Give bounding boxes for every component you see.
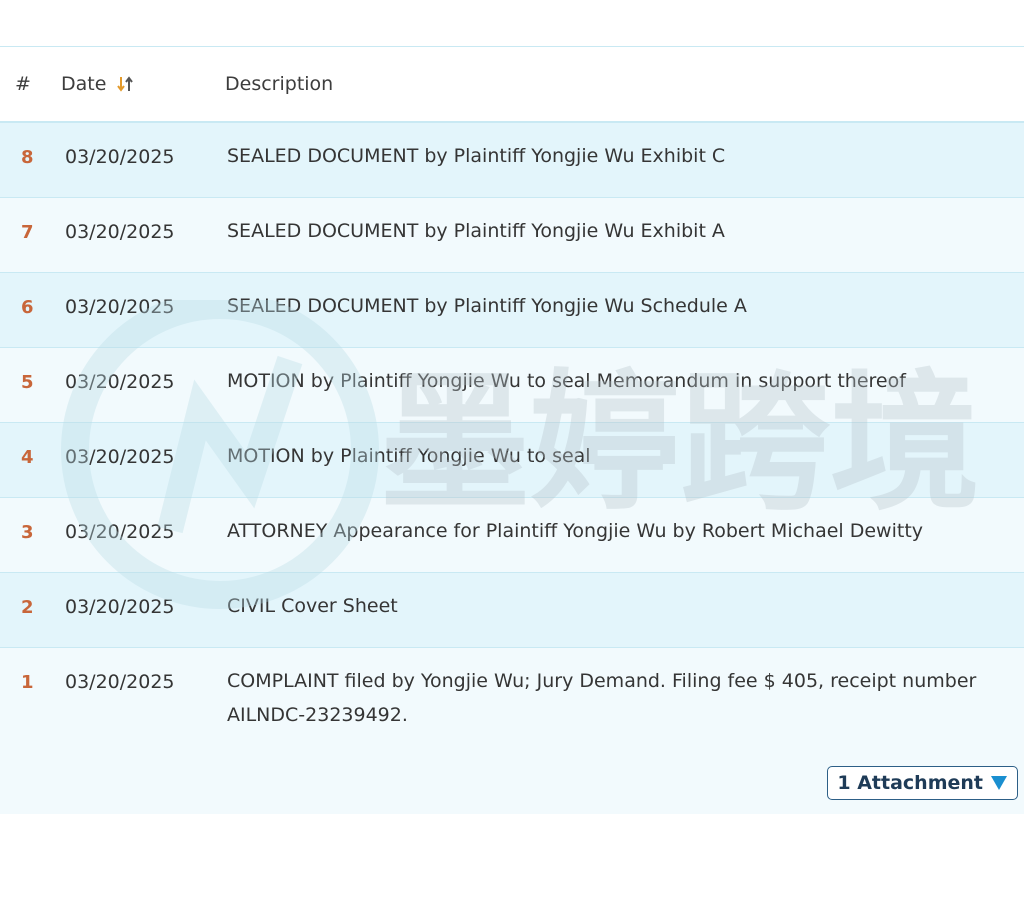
- entry-description[interactable]: SEALED DOCUMENT by Plaintiff Yongjie Wu …: [227, 289, 1017, 323]
- table-row[interactable]: 4 03/20/2025 MOTION by Plaintiff Yongjie…: [0, 423, 1024, 498]
- header-date[interactable]: Date: [61, 73, 134, 95]
- entry-number: 2: [21, 597, 34, 618]
- header-description: Description: [225, 73, 334, 95]
- attachment-label: 1 Attachment: [837, 772, 983, 794]
- table-row[interactable]: 6 03/20/2025 SEALED DOCUMENT by Plaintif…: [0, 273, 1024, 348]
- entry-date: 03/20/2025: [65, 596, 175, 618]
- table-header: # Date Description: [0, 47, 1024, 123]
- dropdown-triangle-icon: [991, 776, 1007, 790]
- entry-date: 03/20/2025: [65, 446, 175, 468]
- entry-description[interactable]: MOTION by Plaintiff Yongjie Wu to seal M…: [227, 364, 1017, 398]
- entry-date: 03/20/2025: [65, 671, 175, 693]
- header-date-label: Date: [61, 73, 107, 95]
- entry-number: 5: [21, 372, 34, 393]
- entry-description[interactable]: SEALED DOCUMENT by Plaintiff Yongjie Wu …: [227, 139, 1017, 173]
- entry-description[interactable]: ATTORNEY Appearance for Plaintiff Yongji…: [227, 514, 1017, 548]
- table-row[interactable]: 8 03/20/2025 SEALED DOCUMENT by Plaintif…: [0, 123, 1024, 198]
- entry-description[interactable]: SEALED DOCUMENT by Plaintiff Yongjie Wu …: [227, 214, 1017, 248]
- table-row[interactable]: 7 03/20/2025 SEALED DOCUMENT by Plaintif…: [0, 198, 1024, 273]
- entry-number: 8: [21, 147, 34, 168]
- table-row[interactable]: 3 03/20/2025 ATTORNEY Appearance for Pla…: [0, 498, 1024, 573]
- entry-date: 03/20/2025: [65, 146, 175, 168]
- sort-arrows-icon[interactable]: [116, 74, 134, 94]
- entry-date: 03/20/2025: [65, 221, 175, 243]
- docket-table: # Date Description 8 03/20/2025 SEALED D…: [0, 46, 1024, 814]
- entry-description[interactable]: MOTION by Plaintiff Yongjie Wu to seal: [227, 439, 1017, 473]
- entry-number: 3: [21, 522, 34, 543]
- table-row[interactable]: 1 03/20/2025 COMPLAINT filed by Yongjie …: [0, 648, 1024, 814]
- header-number: #: [15, 73, 31, 95]
- entry-description[interactable]: COMPLAINT filed by Yongjie Wu; Jury Dema…: [227, 664, 1017, 732]
- attachment-dropdown-button[interactable]: 1 Attachment: [827, 766, 1018, 800]
- entry-number: 7: [21, 222, 34, 243]
- table-row[interactable]: 5 03/20/2025 MOTION by Plaintiff Yongjie…: [0, 348, 1024, 423]
- table-row[interactable]: 2 03/20/2025 CIVIL Cover Sheet: [0, 573, 1024, 648]
- entry-number: 4: [21, 447, 34, 468]
- entry-description[interactable]: CIVIL Cover Sheet: [227, 589, 1017, 623]
- entry-number: 6: [21, 297, 34, 318]
- entry-number: 1: [21, 672, 34, 693]
- entry-date: 03/20/2025: [65, 296, 175, 318]
- entry-date: 03/20/2025: [65, 521, 175, 543]
- entry-date: 03/20/2025: [65, 371, 175, 393]
